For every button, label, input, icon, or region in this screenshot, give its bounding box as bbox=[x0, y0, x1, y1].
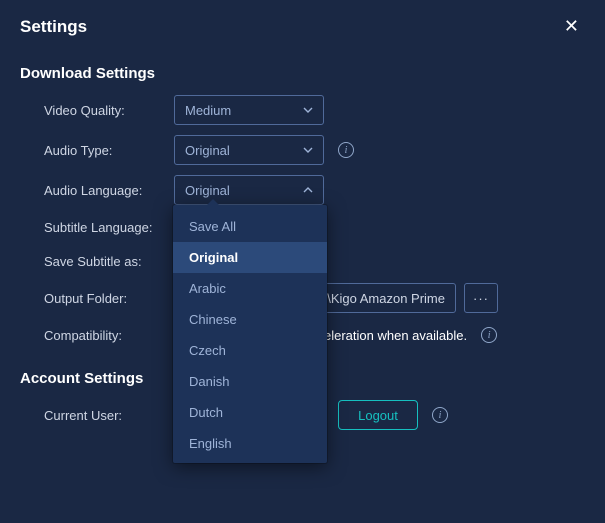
row-audio-type: Audio Type: Original i bbox=[0, 130, 605, 170]
label-audio-language: Audio Language: bbox=[44, 183, 174, 198]
chevron-up-icon bbox=[303, 185, 313, 195]
dropdown-item[interactable]: Danish bbox=[173, 366, 327, 397]
row-video-quality: Video Quality: Medium bbox=[0, 90, 605, 130]
dropdown-item[interactable]: Save All bbox=[173, 211, 327, 242]
label-audio-type: Audio Type: bbox=[44, 143, 174, 158]
select-audio-type[interactable]: Original bbox=[174, 135, 324, 165]
info-icon[interactable]: i bbox=[338, 142, 354, 158]
select-video-quality-value: Medium bbox=[185, 103, 231, 118]
close-icon: ✕ bbox=[564, 16, 579, 36]
logout-button[interactable]: Logout bbox=[338, 400, 418, 430]
compatibility-text: eleration when available. bbox=[324, 328, 467, 343]
info-icon[interactable]: i bbox=[481, 327, 497, 343]
chevron-down-icon bbox=[303, 145, 313, 155]
section-download-title: Download Settings bbox=[0, 47, 605, 90]
info-icon[interactable]: i bbox=[432, 407, 448, 423]
label-output-folder: Output Folder: bbox=[44, 291, 174, 306]
ellipsis-icon: ··· bbox=[473, 291, 489, 306]
label-save-subtitle-as: Save Subtitle as: bbox=[44, 254, 174, 269]
dropdown-item[interactable]: Dutch bbox=[173, 397, 327, 428]
select-audio-type-value: Original bbox=[185, 143, 230, 158]
select-audio-language[interactable]: Original bbox=[174, 175, 324, 205]
dropdown-item[interactable]: Original bbox=[173, 242, 327, 273]
select-video-quality[interactable]: Medium bbox=[174, 95, 324, 125]
audio-language-dropdown[interactable]: Save AllOriginalArabicChineseCzechDanish… bbox=[173, 205, 327, 463]
label-compatibility: Compatibility: bbox=[44, 328, 174, 343]
chevron-down-icon bbox=[303, 105, 313, 115]
label-video-quality: Video Quality: bbox=[44, 103, 174, 118]
page-title: Settings bbox=[20, 17, 87, 37]
label-subtitle-language: Subtitle Language: bbox=[44, 220, 174, 235]
row-audio-language: Audio Language: Original bbox=[0, 170, 605, 210]
select-audio-language-value: Original bbox=[185, 183, 230, 198]
label-current-user: Current User: bbox=[44, 408, 174, 423]
close-button[interactable]: ✕ bbox=[558, 12, 585, 41]
logout-button-label: Logout bbox=[358, 408, 398, 423]
browse-button[interactable]: ··· bbox=[464, 283, 498, 313]
dropdown-item[interactable]: Chinese bbox=[173, 304, 327, 335]
dropdown-item[interactable]: Czech bbox=[173, 335, 327, 366]
dropdown-item[interactable]: Arabic bbox=[173, 273, 327, 304]
dropdown-item[interactable]: English bbox=[173, 428, 327, 459]
